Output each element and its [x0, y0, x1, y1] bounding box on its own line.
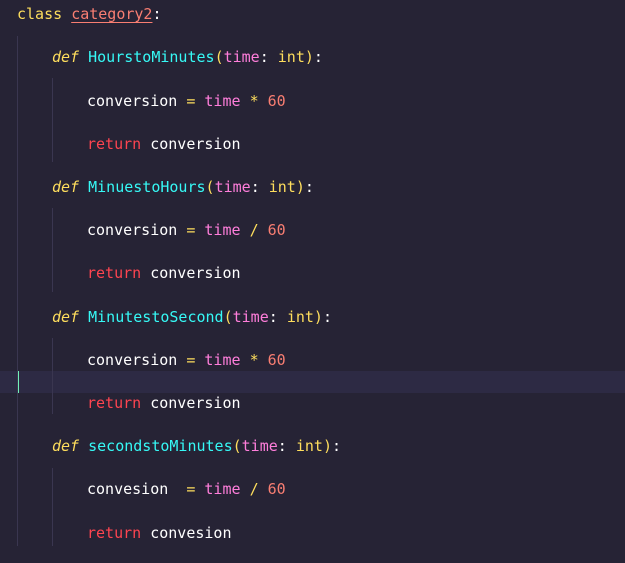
type-annotation: int [295, 437, 323, 455]
variable-name: conversion [87, 351, 178, 369]
return-value: conversion [150, 264, 241, 282]
def-keyword: def [52, 48, 80, 66]
code-line-return[interactable]: return conversion [87, 262, 241, 284]
def-keyword: def [52, 308, 80, 326]
variable-name: conversion [87, 92, 178, 110]
close-paren: ) [295, 178, 305, 196]
assign-operator: = [186, 480, 196, 498]
def-colon: : [331, 437, 341, 455]
open-paren: ( [205, 178, 215, 196]
return-value: conversion [150, 135, 241, 153]
return-value: conversion [150, 394, 241, 412]
assign-operator: = [186, 92, 196, 110]
def-colon: : [304, 178, 314, 196]
code-line-return[interactable]: return conversion [87, 392, 241, 414]
type-annotation: int [286, 308, 314, 326]
type-separator: : [259, 48, 278, 66]
type-separator: : [277, 437, 296, 455]
number-literal: 60 [267, 480, 286, 498]
function-name: secondstoMinutes [88, 437, 233, 455]
open-paren: ( [232, 437, 242, 455]
operand-name: time [204, 351, 241, 369]
def-keyword: def [52, 437, 80, 455]
parameter-name: time [241, 437, 278, 455]
current-line-highlight [0, 371, 625, 393]
indent-guide-method-2 [52, 208, 53, 292]
indent-guide-method-3 [52, 338, 53, 414]
def-colon: : [322, 308, 332, 326]
spacing [168, 480, 186, 498]
type-separator: : [250, 178, 269, 196]
type-annotation: int [268, 178, 296, 196]
function-name: MinuestoHours [88, 178, 206, 196]
code-line-assignment[interactable]: conversion = time * 60 [87, 349, 286, 371]
return-value: convesion [150, 524, 232, 542]
close-paren: ) [313, 308, 323, 326]
close-paren: ) [304, 48, 314, 66]
parameter-name: time [223, 48, 260, 66]
code-editor[interactable]: class category2: def HourstoMinutes(time… [0, 0, 625, 563]
close-paren: ) [322, 437, 332, 455]
code-line-def[interactable]: def secondstoMinutes(time: int): [52, 435, 341, 457]
parameter-name: time [232, 308, 269, 326]
code-line-return[interactable]: return convesion [87, 522, 232, 544]
type-annotation: int [277, 48, 305, 66]
class-name: category2 [71, 5, 153, 23]
def-colon: : [313, 48, 323, 66]
return-keyword: return [87, 394, 142, 412]
indent-guide-method-1 [52, 78, 53, 162]
class-keyword: class [17, 5, 63, 23]
code-line-def[interactable]: def HourstoMinutes(time: int): [52, 46, 323, 68]
math-operator: / [249, 221, 259, 239]
open-paren: ( [223, 308, 233, 326]
indent-guide-class [17, 36, 18, 546]
indent-guide-method-4 [52, 468, 53, 546]
code-line-def[interactable]: def MinutestoSecond(time: int): [52, 306, 332, 328]
operand-name: time [204, 480, 241, 498]
return-keyword: return [87, 524, 142, 542]
def-keyword: def [52, 178, 80, 196]
open-paren: ( [214, 48, 224, 66]
assign-operator: = [186, 351, 196, 369]
assign-operator: = [186, 221, 196, 239]
math-operator: * [249, 351, 259, 369]
parameter-name: time [214, 178, 251, 196]
code-line-assignment[interactable]: convesion = time / 60 [87, 478, 286, 500]
code-line-assignment[interactable]: conversion = time * 60 [87, 90, 286, 112]
function-name: HourstoMinutes [88, 48, 215, 66]
operand-name: time [204, 92, 241, 110]
number-literal: 60 [267, 351, 286, 369]
operand-name: time [204, 221, 241, 239]
code-line-def[interactable]: def MinuestoHours(time: int): [52, 176, 314, 198]
return-keyword: return [87, 264, 142, 282]
variable-name: convesion [87, 480, 169, 498]
spacing [177, 92, 186, 110]
number-literal: 60 [267, 92, 286, 110]
code-line-assignment[interactable]: conversion = time / 60 [87, 219, 286, 241]
spacing [177, 221, 186, 239]
return-keyword: return [87, 135, 142, 153]
number-literal: 60 [267, 221, 286, 239]
function-name: MinutestoSecond [88, 308, 224, 326]
code-line-class[interactable]: class category2: [17, 3, 162, 25]
math-operator: / [249, 480, 259, 498]
type-separator: : [268, 308, 287, 326]
variable-name: conversion [87, 221, 178, 239]
class-colon: : [152, 5, 162, 23]
code-line-return[interactable]: return conversion [87, 133, 241, 155]
math-operator: * [249, 92, 259, 110]
spacing [177, 351, 186, 369]
